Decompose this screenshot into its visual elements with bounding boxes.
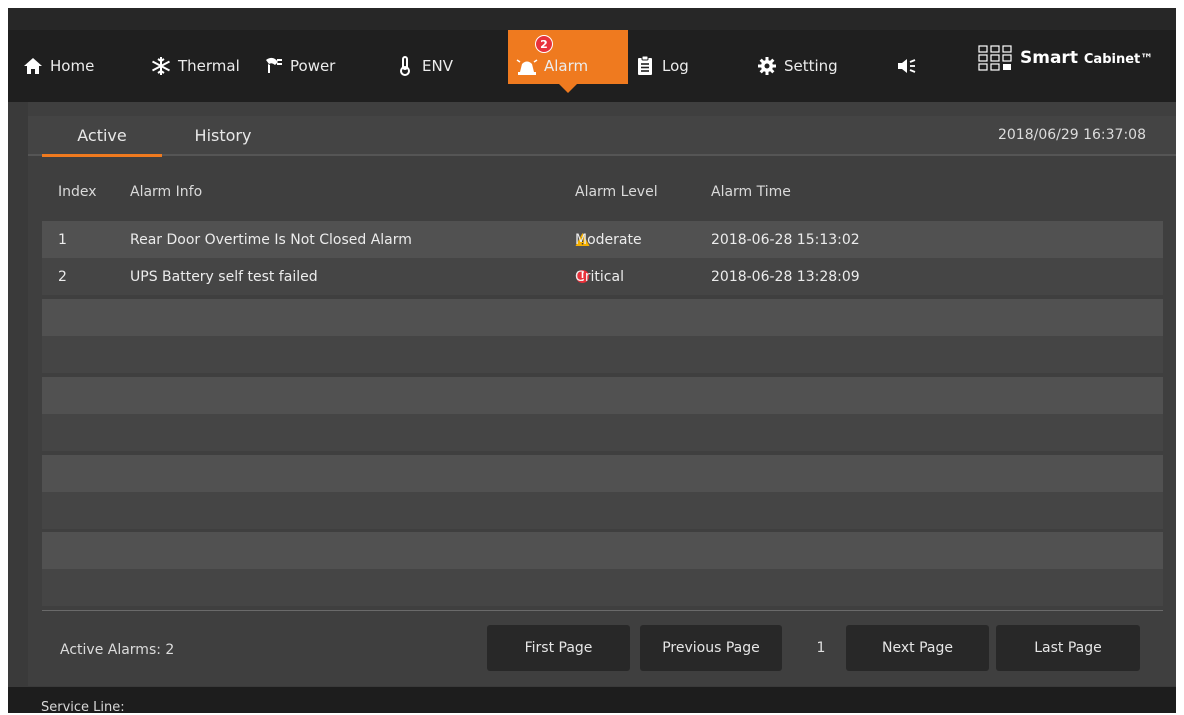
- brand-smart: Smart: [1020, 48, 1078, 68]
- current-page-number: 1: [816, 640, 826, 656]
- row-alarm-level: Critical: [575, 258, 624, 295]
- row-alarm-time: 2018-06-28 13:28:09: [711, 268, 860, 285]
- row-alarm-level: Moderate: [575, 221, 642, 258]
- table-row[interactable]: 1 Rear Door Overtime Is Not Closed Alarm…: [42, 221, 1163, 258]
- column-alarm-level: Alarm Level: [575, 184, 658, 200]
- nav-item-log[interactable]: Log: [634, 54, 689, 78]
- row-alarm-info: Rear Door Overtime Is Not Closed Alarm: [130, 231, 412, 248]
- tab-bar: Active History 2018/06/29 16:37:08: [28, 116, 1176, 157]
- current-datetime: 2018/06/29 16:37:08: [997, 127, 1146, 143]
- tab-history[interactable]: History: [178, 116, 268, 154]
- nav-item-env[interactable]: ENV: [394, 54, 453, 78]
- sound-toggle-button[interactable]: [896, 54, 924, 78]
- table-row[interactable]: 2 UPS Battery self test failed Critical …: [42, 258, 1163, 295]
- row-index: 1: [58, 231, 67, 248]
- table-row-empty: [42, 377, 1163, 414]
- nav-label-home: Home: [50, 57, 95, 75]
- row-level-text: Moderate: [575, 231, 642, 248]
- nav-label-thermal: Thermal: [178, 57, 240, 75]
- nav-item-thermal[interactable]: Thermal: [150, 54, 240, 78]
- table-row-empty: [42, 336, 1163, 373]
- nav-label-setting: Setting: [784, 57, 838, 75]
- tab-active[interactable]: Active: [42, 116, 162, 157]
- table-row-empty: [42, 455, 1163, 492]
- plug-icon: [262, 56, 284, 76]
- row-index: 2: [58, 268, 67, 285]
- home-icon: [22, 56, 44, 76]
- table-row-empty: [42, 492, 1163, 529]
- last-page-button[interactable]: Last Page: [996, 625, 1140, 671]
- thermometer-icon: [394, 56, 416, 76]
- row-alarm-time: 2018-06-28 15:13:02: [711, 231, 860, 248]
- table-header: Index Alarm Info Alarm Level Alarm Time: [42, 176, 1163, 208]
- app-frame: Home Thermal Power ENV Alarm 2 Log Setti…: [8, 8, 1176, 715]
- nav-item-setting[interactable]: Setting: [756, 54, 838, 78]
- logo-grid-icon: [978, 45, 1012, 71]
- speaker-mute-icon: [896, 56, 918, 76]
- brand-name: Smart Cabinet™: [1020, 48, 1153, 68]
- table-row-empty: [42, 299, 1163, 336]
- alarm-panel: Active History 2018/06/29 16:37:08 Index…: [28, 102, 1176, 686]
- nav-label-env: ENV: [422, 57, 453, 75]
- column-alarm-info: Alarm Info: [130, 184, 203, 200]
- nav-active-pointer: [559, 84, 577, 93]
- next-page-button[interactable]: Next Page: [846, 625, 989, 671]
- column-index: Index: [58, 184, 97, 200]
- top-nav: Home Thermal Power ENV Alarm 2 Log Setti…: [8, 30, 1176, 102]
- nav-item-home[interactable]: Home: [22, 54, 94, 78]
- brand-cabinet: Cabinet™: [1083, 52, 1154, 67]
- nav-label-alarm: Alarm: [544, 57, 589, 75]
- active-alarms-count: Active Alarms: 2: [60, 642, 175, 658]
- previous-page-button[interactable]: Previous Page: [640, 625, 782, 671]
- row-level-text: Critical: [575, 268, 624, 285]
- nav-item-power[interactable]: Power: [262, 54, 335, 78]
- table-row-empty: [42, 532, 1163, 569]
- first-page-button[interactable]: First Page: [487, 625, 630, 671]
- nav-item-alarm[interactable]: Alarm: [516, 54, 588, 78]
- smart-cabinet-logo: Smart Cabinet™: [978, 38, 1153, 78]
- alarm-count-badge: 2: [535, 35, 553, 53]
- top-strip: [8, 8, 1176, 30]
- table-row-empty: [42, 569, 1163, 606]
- column-alarm-time: Alarm Time: [711, 184, 791, 200]
- clipboard-icon: [634, 56, 656, 76]
- nav-label-log: Log: [662, 57, 689, 75]
- nav-label-power: Power: [290, 57, 336, 75]
- gear-icon: [756, 56, 778, 76]
- table-row-empty: [42, 414, 1163, 451]
- row-alarm-info: UPS Battery self test failed: [130, 268, 318, 285]
- service-bar: Service Line:: [8, 687, 1176, 715]
- footer-divider: [42, 610, 1163, 611]
- siren-icon: [516, 56, 538, 76]
- snowflake-icon: [150, 56, 172, 76]
